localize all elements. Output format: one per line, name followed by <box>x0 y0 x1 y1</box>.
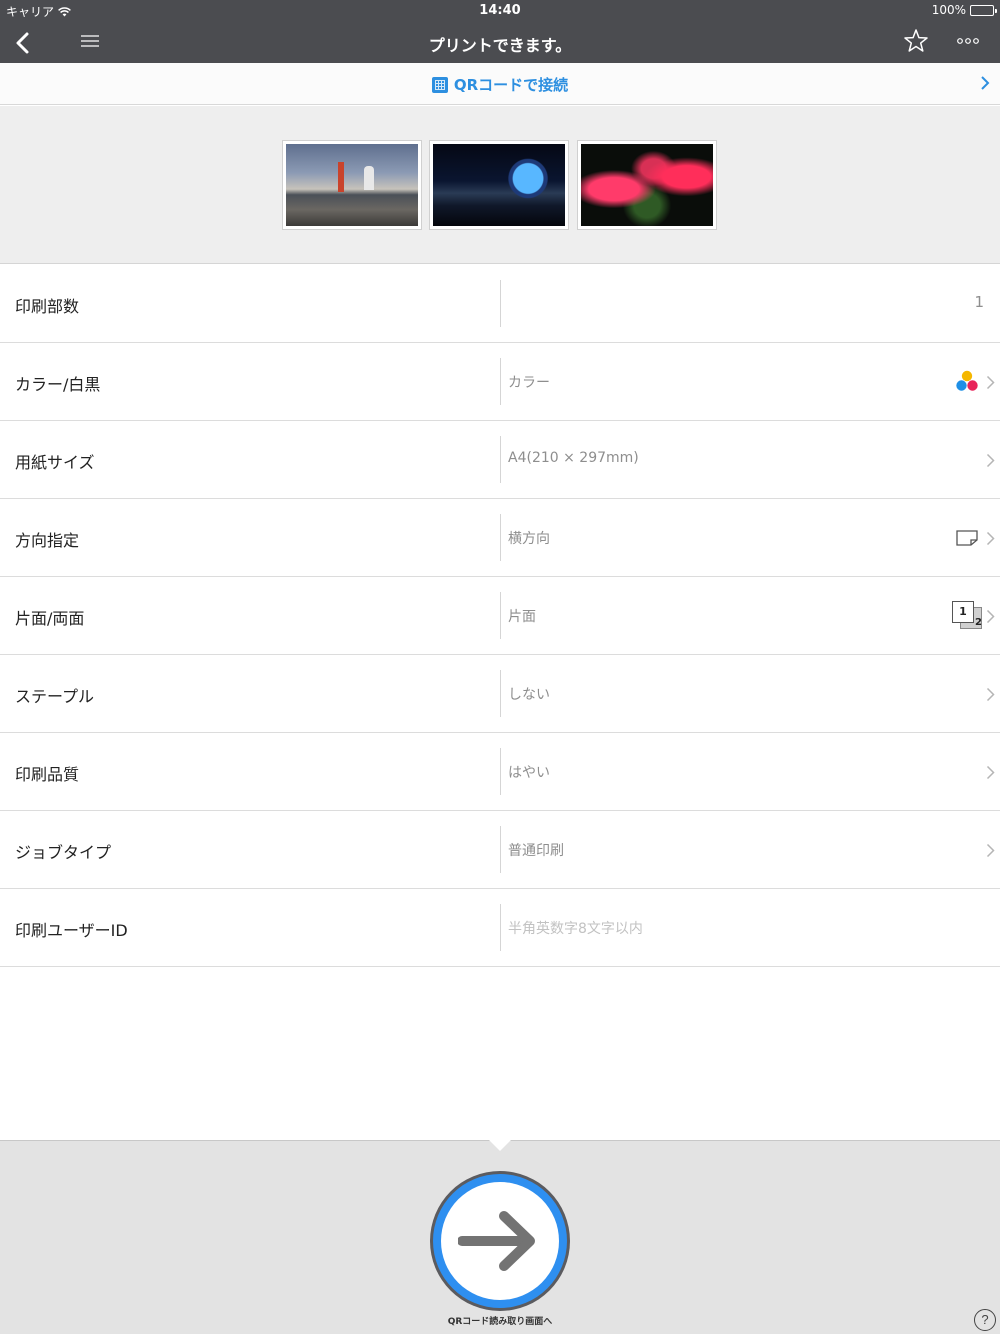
divider <box>500 904 501 951</box>
chevron-right-icon <box>986 843 995 858</box>
go-to-qr-scan-button[interactable] <box>430 1171 570 1311</box>
setting-row-duplex[interactable]: 片面/両面 片面 1 2 <box>0 577 1000 655</box>
battery-icon <box>970 4 997 16</box>
divider <box>500 436 501 483</box>
setting-label: 印刷ユーザーID <box>15 921 128 940</box>
chevron-right-icon <box>986 609 995 624</box>
photo-thumbnails <box>0 106 1000 264</box>
setting-row-paper-size[interactable]: 用紙サイズ A4(210 × 297mm) <box>0 421 1000 499</box>
divider <box>500 748 501 795</box>
flower-photo <box>581 144 713 226</box>
chevron-right-icon <box>981 76 990 90</box>
go-to-qr-scan-label: QRコード読み取り画面へ <box>447 1317 553 1327</box>
bottom-action-area: QRコード読み取り画面へ ? <box>0 1140 1000 1334</box>
setting-label: 印刷品質 <box>15 765 80 784</box>
chevron-right-icon <box>986 687 995 702</box>
setting-label: 印刷部数 <box>15 297 80 316</box>
landscape-page-icon <box>956 530 978 546</box>
clock: 14:40 <box>479 3 521 18</box>
battery-indicator: 100% <box>931 3 997 17</box>
navigation-bar: プリントできます。 <box>0 22 1000 63</box>
print-settings-list: 印刷部数 1 カラー/白黒 カラー 用紙サイズ A4(210 × 297mm) … <box>0 265 1000 967</box>
staple-value: しない <box>508 687 550 703</box>
divider <box>500 592 501 639</box>
paper-size-value: A4(210 × 297mm) <box>508 450 639 466</box>
star-icon[interactable] <box>902 27 930 55</box>
top-bar: キャリア 14:40 100% プリントできます。 <box>0 0 1000 63</box>
setting-label: ステープル <box>15 687 95 706</box>
setting-label: 方向指定 <box>15 531 80 550</box>
chevron-right-icon <box>986 531 995 546</box>
setting-row-copies[interactable]: 印刷部数 1 <box>0 265 1000 343</box>
chevron-right-icon <box>986 765 995 780</box>
setting-row-job-type[interactable]: ジョブタイプ 普通印刷 <box>0 811 1000 889</box>
setting-row-color[interactable]: カラー/白黒 カラー <box>0 343 1000 421</box>
ferris-wheel-photo <box>433 144 565 226</box>
duplex-pages-icon: 1 2 <box>952 601 984 631</box>
photo-thumbnail[interactable] <box>577 140 717 230</box>
harbor-photo <box>286 144 418 226</box>
color-value: カラー <box>508 375 550 391</box>
chevron-right-icon <box>986 375 995 390</box>
qr-connect-banner[interactable]: QRコードで接続 <box>0 63 1000 105</box>
user-id-input[interactable]: 半角英数字8文字以内 <box>508 918 643 938</box>
copies-value[interactable]: 1 <box>974 293 984 311</box>
setting-label: 片面/両面 <box>15 609 85 628</box>
arrow-right-icon <box>458 1211 535 1271</box>
photo-thumbnail[interactable] <box>282 140 422 230</box>
setting-row-orientation[interactable]: 方向指定 横方向 <box>0 499 1000 577</box>
setting-row-quality[interactable]: 印刷品質 はやい <box>0 733 1000 811</box>
page-title: プリントできます。 <box>428 36 572 55</box>
divider <box>500 514 501 561</box>
orientation-value: 横方向 <box>508 531 550 547</box>
more-dots-icon[interactable] <box>955 30 981 52</box>
pointer-notch <box>489 1140 511 1151</box>
setting-label: 用紙サイズ <box>15 453 95 472</box>
setting-row-staple[interactable]: ステープル しない <box>0 655 1000 733</box>
setting-label: ジョブタイプ <box>15 843 112 862</box>
help-icon[interactable]: ? <box>974 1309 996 1331</box>
chevron-right-icon <box>986 453 995 468</box>
quality-value: はやい <box>508 765 550 781</box>
duplex-front-number: 1 <box>952 601 974 623</box>
divider <box>500 358 501 405</box>
divider <box>500 670 501 717</box>
duplex-value: 片面 <box>508 609 536 625</box>
color-dots-icon <box>956 370 978 391</box>
qr-connect-label: QRコードで接続 <box>453 76 569 94</box>
duplex-back-number: 2 <box>975 617 982 628</box>
qr-code-icon <box>431 76 448 93</box>
setting-row-user-id[interactable]: 印刷ユーザーID 半角英数字8文字以内 <box>0 889 1000 967</box>
job-type-value: 普通印刷 <box>508 843 564 859</box>
divider <box>500 280 501 327</box>
setting-label: カラー/白黒 <box>15 375 101 394</box>
battery-percent: 100% <box>931 3 966 17</box>
divider <box>500 826 501 873</box>
photo-thumbnail[interactable] <box>429 140 569 230</box>
status-bar: キャリア 14:40 100% <box>0 0 1000 22</box>
